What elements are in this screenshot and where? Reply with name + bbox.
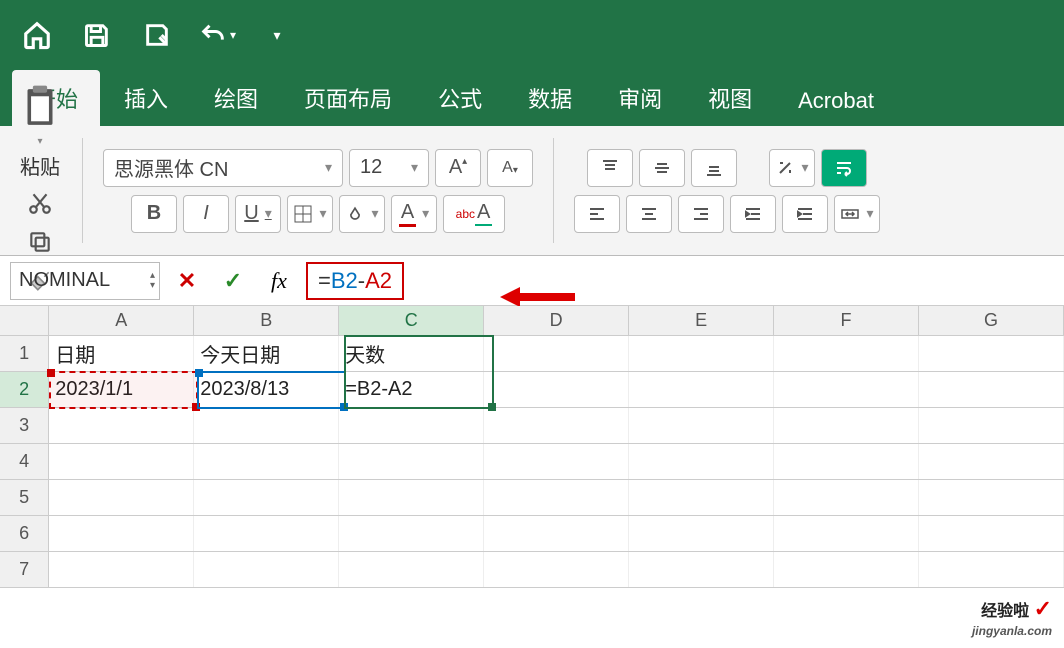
home-icon[interactable] [18, 16, 56, 54]
formula-input[interactable]: =B2-A2 [306, 262, 404, 300]
customize-icon[interactable]: ▾ [258, 16, 296, 54]
cell-E1[interactable] [629, 336, 774, 371]
cut-icon[interactable] [27, 190, 53, 221]
cell-F2[interactable] [774, 372, 919, 407]
watermark: 经验啦 ✓ jingyanla.com [972, 596, 1052, 640]
tab-formulas[interactable]: 公式 [416, 70, 504, 126]
font-color-button[interactable]: A [391, 195, 437, 233]
italic-button[interactable]: I [183, 195, 229, 233]
paste-label: 粘贴 [20, 151, 60, 180]
paste-button[interactable]: ▾ 粘贴 [18, 82, 62, 180]
undo-icon[interactable]: ▾ [198, 16, 236, 54]
align-bottom-button[interactable] [691, 149, 737, 187]
font-name-select[interactable]: 思源黑体 CN [103, 149, 343, 187]
orientation-button[interactable] [769, 149, 815, 187]
cell-A1[interactable]: 日期 [49, 336, 194, 371]
align-left-button[interactable] [574, 195, 620, 233]
cell-B1[interactable]: 今天日期 [194, 336, 339, 371]
select-all-corner[interactable] [0, 306, 49, 335]
tab-review[interactable]: 审阅 [596, 70, 684, 126]
col-header-G[interactable]: G [919, 306, 1064, 335]
ribbon: ▾ 粘贴 思源黑体 CN 12 A▴ A▾ B I U A abcA [0, 126, 1064, 256]
copy-icon[interactable] [27, 229, 53, 260]
increase-font-button[interactable]: A▴ [435, 149, 481, 187]
tab-pagelayout[interactable]: 页面布局 [282, 70, 414, 126]
save-icon[interactable] [78, 16, 116, 54]
increase-indent-button[interactable] [782, 195, 828, 233]
cell-C2[interactable]: =B2-A2 [339, 372, 484, 407]
cell-A2[interactable]: 2023/1/1 [49, 372, 194, 407]
row-header-6[interactable]: 6 [0, 516, 49, 551]
row-header-7[interactable]: 7 [0, 552, 49, 587]
underline-button[interactable]: U [235, 195, 281, 233]
cell-F1[interactable] [774, 336, 919, 371]
tab-view[interactable]: 视图 [686, 70, 774, 126]
row-header-2[interactable]: 2 [0, 372, 49, 407]
decrease-font-button[interactable]: A▾ [487, 149, 533, 187]
col-header-B[interactable]: B [194, 306, 339, 335]
fill-color-button[interactable] [339, 195, 385, 233]
tab-data[interactable]: 数据 [506, 70, 594, 126]
bold-button[interactable]: B [131, 195, 177, 233]
cell-G1[interactable] [919, 336, 1064, 371]
col-header-E[interactable]: E [629, 306, 774, 335]
cell-D2[interactable] [484, 372, 629, 407]
spreadsheet-grid[interactable]: A B C D E F G 1 日期 今天日期 天数 2 2023/1/1 20… [0, 306, 1064, 646]
border-button[interactable] [287, 195, 333, 233]
decrease-indent-button[interactable] [730, 195, 776, 233]
col-header-F[interactable]: F [774, 306, 919, 335]
font-size-select[interactable]: 12 [349, 149, 429, 187]
merge-button[interactable] [834, 195, 880, 233]
row-header-4[interactable]: 4 [0, 444, 49, 479]
align-right-button[interactable] [678, 195, 724, 233]
align-center-button[interactable] [626, 195, 672, 233]
col-header-C[interactable]: C [339, 306, 484, 335]
cell-C1[interactable]: 天数 [339, 336, 484, 371]
name-box[interactable]: NOMINAL ▴▾ [10, 262, 160, 300]
col-header-A[interactable]: A [49, 306, 194, 335]
cell-E2[interactable] [629, 372, 774, 407]
cancel-formula-button[interactable]: ✕ [168, 262, 206, 300]
tab-insert[interactable]: 插入 [102, 70, 190, 126]
cell-G2[interactable] [919, 372, 1064, 407]
align-top-button[interactable] [587, 149, 633, 187]
row-header-5[interactable]: 5 [0, 480, 49, 515]
accept-formula-button[interactable]: ✓ [214, 262, 252, 300]
quick-access-toolbar: ▾ ▾ [0, 0, 1064, 70]
phonetic-button[interactable]: abcA [443, 195, 505, 233]
cell-D1[interactable] [484, 336, 629, 371]
align-middle-button[interactable] [639, 149, 685, 187]
fx-button[interactable]: fx [260, 262, 298, 300]
tab-draw[interactable]: 绘图 [192, 70, 280, 126]
row-header-1[interactable]: 1 [0, 336, 49, 371]
ribbon-tabs: 开始 插入 绘图 页面布局 公式 数据 审阅 视图 Acrobat [0, 70, 1064, 126]
row-header-3[interactable]: 3 [0, 408, 49, 443]
cell-B2[interactable]: 2023/8/13 [194, 372, 339, 407]
wrap-text-button[interactable] [821, 149, 867, 187]
tab-acrobat[interactable]: Acrobat [776, 76, 896, 126]
col-header-D[interactable]: D [484, 306, 629, 335]
draw-icon[interactable] [138, 16, 176, 54]
